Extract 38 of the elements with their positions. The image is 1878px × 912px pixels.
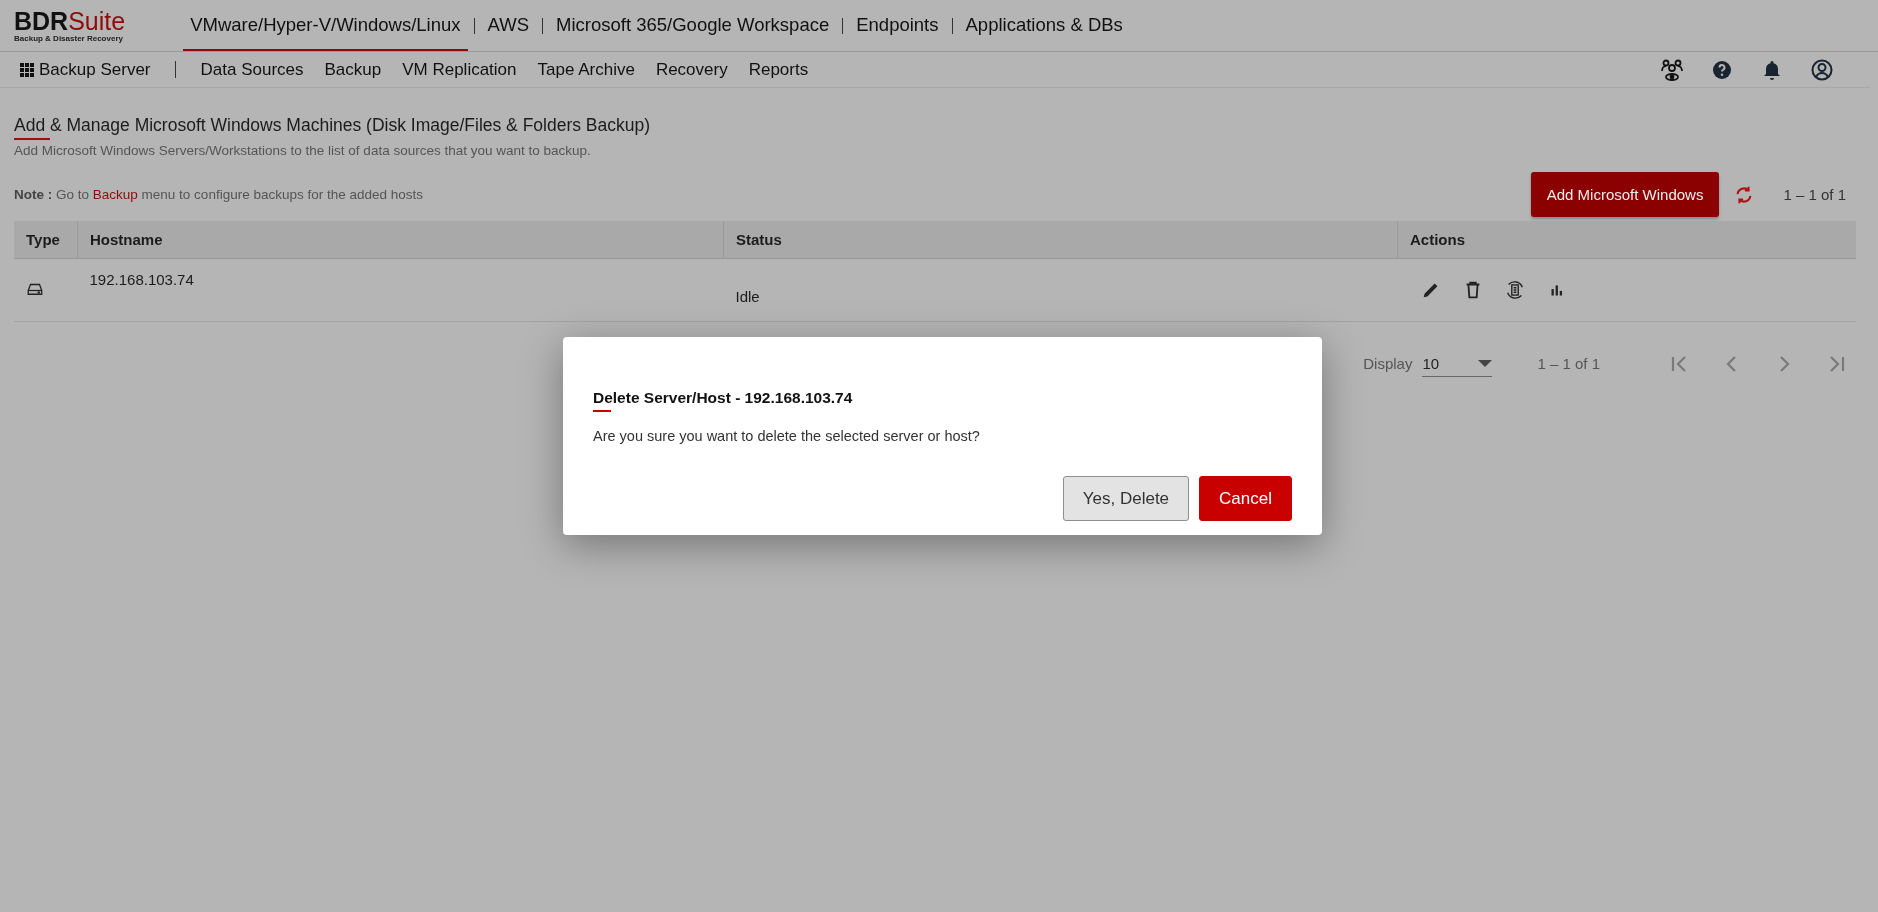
page-title: Add & Manage Microsoft Windows Machines (Disk Image/Files & Folders Backup) [14, 115, 651, 135]
column-header: Hostname [77, 221, 724, 259]
cancel-button[interactable]: Cancel [1199, 476, 1292, 521]
app-label[interactable]: Backup Server [39, 59, 151, 80]
table-cell: Idle [723, 258, 1398, 322]
dialog-message: Are you sure you want to delete the selected server or host? [593, 428, 981, 444]
grid-icon[interactable] [19, 61, 35, 78]
logo-tagline: Backup & Disaster Recovery [14, 33, 124, 43]
column-header: Type [14, 221, 78, 259]
logo-text: BDR [14, 8, 69, 33]
menu-item[interactable]: Data Sources [200, 59, 304, 80]
nav-tab[interactable]: Endpoints [849, 0, 946, 51]
logo-text: Suite [68, 8, 126, 33]
caret-icon [1478, 359, 1493, 367]
range-text: 1 – 1 of 1 [1783, 186, 1846, 203]
menu-item[interactable]: VM Replication [402, 59, 517, 80]
menu-item[interactable]: Backup [324, 59, 382, 80]
menu-item[interactable]: Reports [748, 59, 809, 80]
nav-tab[interactable]: Applications & DBs [958, 0, 1130, 51]
table-cell: 192.168.103.74 [77, 258, 724, 322]
range-text: 1 – 1 of 1 [1537, 355, 1600, 372]
note-text: Note : Go to Backup menu to configure backups for the added hosts [14, 187, 424, 202]
menu-item[interactable]: Recovery [655, 59, 728, 80]
page-subtitle: Add Microsoft Windows Servers/Workstations to the list of data sources that you want to backup. [14, 143, 592, 158]
nav-tab[interactable]: VMware/Hyper-V/Windows/Linux [183, 0, 468, 51]
column-header: Actions [1397, 221, 1856, 259]
add-button[interactable]: Add Microsoft Windows [1530, 172, 1720, 217]
display-label: Display [1363, 355, 1413, 372]
nav-tab[interactable]: Microsoft 365/Google Workspace [549, 0, 837, 51]
confirm-button[interactable]: Yes, Delete [1062, 476, 1190, 521]
dialog-title: Delete Server/Host - 192.168.103.74 [593, 389, 854, 407]
page-size-select[interactable]: 10 [1422, 350, 1493, 377]
nav-tab[interactable]: AWS [480, 0, 537, 51]
column-header: Status [723, 221, 1398, 259]
team-icon[interactable] [1660, 57, 1684, 82]
backup-link[interactable]: Backup [92, 187, 138, 202]
menu-item[interactable]: Tape Archive [537, 59, 635, 80]
user-icon[interactable] [1810, 57, 1834, 82]
